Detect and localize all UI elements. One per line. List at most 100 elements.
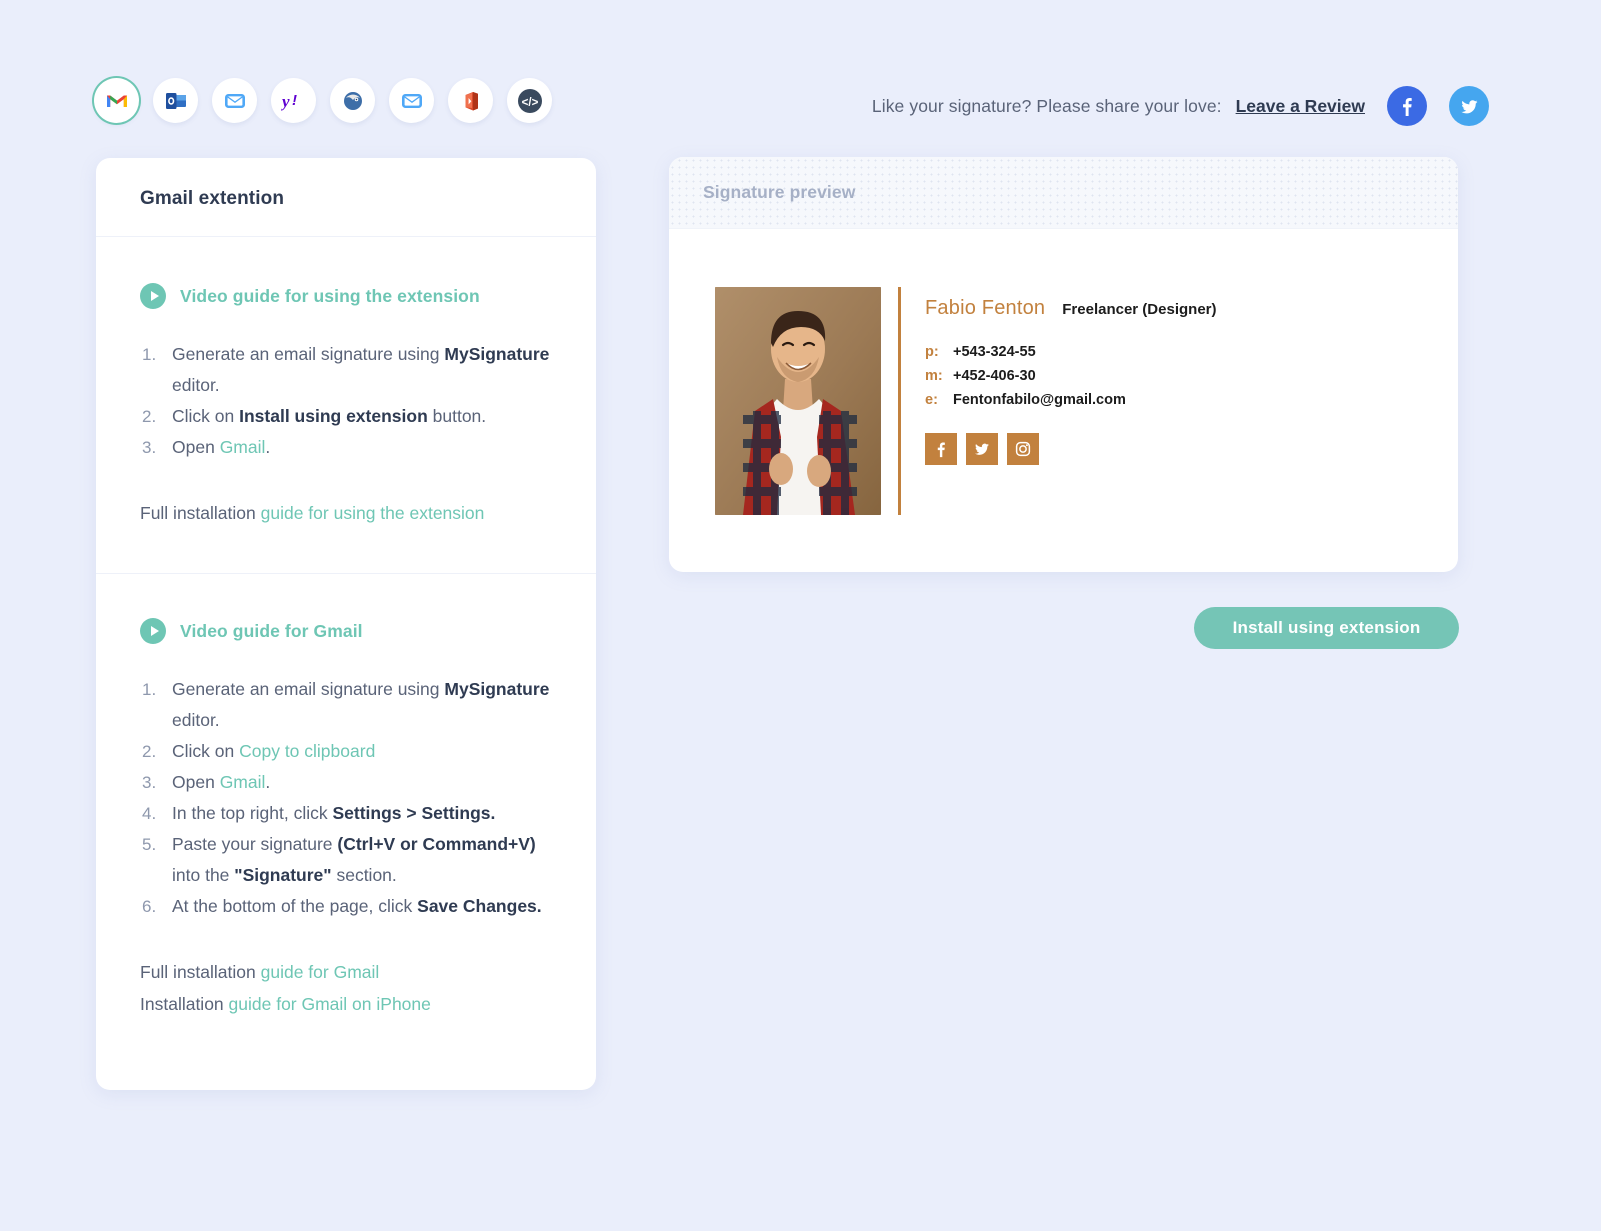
signature-contact-label: p: — [925, 344, 939, 360]
signature-contact-value: +543-324-55 — [953, 344, 1036, 360]
instruction-step: Generate an email signature using MySign… — [142, 339, 552, 401]
step-text: At the bottom of the page, click — [172, 896, 418, 916]
step-text: Click on — [172, 406, 240, 426]
svg-text:</>: </> — [521, 97, 538, 109]
client-icon-html-code[interactable]: </> — [507, 78, 552, 123]
signature-name-row: Fabio Fenton Freelancer (Designer) — [925, 297, 1217, 320]
video-guide-link[interactable]: Video guide for using the extension — [140, 283, 552, 309]
twitter-icon — [975, 443, 989, 455]
share-block: Like your signature? Please share your l… — [872, 86, 1489, 126]
step-text: . — [265, 437, 271, 457]
video-guide-label: Video guide for using the extension — [180, 285, 480, 306]
footer-guide-link[interactable]: guide for Gmail on iPhone — [229, 994, 431, 1014]
step-text: section. — [331, 865, 397, 885]
facebook-icon — [1403, 98, 1412, 116]
step-emphasis: (Ctrl+V or Command+V) — [337, 834, 536, 854]
mail-icon — [401, 93, 422, 108]
video-guide-link[interactable]: Video guide for Gmail — [140, 618, 552, 644]
client-icon-thunderbird[interactable] — [330, 78, 375, 123]
footer-prefix: Full installation — [140, 503, 261, 523]
office-365-icon — [465, 91, 478, 110]
step-link[interactable]: Gmail — [220, 437, 266, 457]
signature-accent-bar — [898, 287, 901, 515]
step-text: Click on — [172, 741, 240, 761]
instruction-steps: Generate an email signature using MySign… — [142, 674, 552, 922]
signature-contact-row: m: +452-406-30 — [925, 366, 1217, 387]
step-text: . — [265, 772, 271, 792]
signature-twitter-icon[interactable] — [966, 433, 998, 465]
instruction-step: Paste your signature (Ctrl+V or Command+… — [142, 829, 552, 891]
gmail-icon — [106, 95, 127, 107]
step-text: Open — [172, 772, 220, 792]
play-icon — [140, 283, 166, 309]
signature-facebook-icon[interactable] — [925, 433, 957, 465]
thunderbird-icon — [343, 91, 362, 110]
portrait-photo — [715, 287, 881, 515]
instructions-card-header: Gmail extention — [96, 158, 596, 237]
signature-role: Freelancer (Designer) — [1062, 301, 1217, 318]
signature-details: Fabio Fenton Freelancer (Designer) p: +54… — [925, 287, 1217, 465]
step-emphasis: Settings > Settings. — [332, 803, 496, 823]
guide-footer-line: Installation guide for Gmail on iPhone — [140, 988, 552, 1020]
twitter-icon — [1460, 99, 1478, 113]
step-text: Open — [172, 437, 220, 457]
apple-mail-icon — [224, 93, 245, 108]
signature-instagram-icon[interactable] — [1007, 433, 1039, 465]
instruction-step: Open Gmail. — [142, 432, 552, 463]
signature-social-links — [925, 433, 1217, 465]
share-twitter-button[interactable] — [1449, 86, 1489, 126]
footer-guide-link[interactable]: guide for Gmail — [261, 962, 380, 982]
guide-footer-links: Full installation guide for Gmail Install… — [140, 956, 552, 1020]
svg-text:y: y — [281, 92, 290, 111]
install-using-extension-button[interactable]: Install using extension — [1194, 607, 1459, 649]
signature-contact-label: e: — [925, 392, 938, 408]
yahoo-mail-icon: y ! — [281, 92, 297, 111]
step-text: editor. — [172, 375, 220, 395]
step-emphasis: "Signature" — [234, 865, 332, 885]
guide-section: Video guide for using the extension Gener… — [96, 237, 596, 573]
instruction-step: Click on Install using extension button. — [142, 401, 552, 432]
play-icon — [140, 618, 166, 644]
step-link[interactable]: Gmail — [220, 772, 266, 792]
signature-contact-value: +452-406-30 — [953, 368, 1036, 384]
signature-contacts: p: +543-324-55 m: +452-406-30 e: Fentonfabilo… — [925, 342, 1217, 411]
signature-preview-title: Signature preview — [703, 182, 856, 202]
footer-guide-link[interactable]: guide for using the extension — [261, 503, 485, 523]
client-icon-office365[interactable] — [448, 78, 493, 123]
step-text: Generate an email signature using — [172, 679, 445, 699]
signature-contact-label: m: — [925, 368, 943, 384]
instructions-sections: Video guide for using the extension Gener… — [96, 237, 596, 1076]
footer-prefix: Installation — [140, 994, 229, 1014]
step-link[interactable]: Copy to clipboard — [239, 741, 375, 761]
leave-a-review-link[interactable]: Leave a Review — [1236, 96, 1365, 117]
client-icon-gmail[interactable] — [94, 78, 139, 123]
signature-name: Fabio Fenton — [925, 297, 1046, 319]
client-icon-mail-app[interactable] — [389, 78, 434, 123]
signature-contact-row: e: Fentonfabilo@gmail.com — [925, 390, 1217, 411]
instruction-step: At the bottom of the page, click Save Ch… — [142, 891, 552, 922]
page-title: Gmail extention — [140, 188, 285, 209]
svg-text:!: ! — [292, 92, 297, 109]
step-emphasis: MySignature — [444, 344, 550, 364]
share-facebook-button[interactable] — [1387, 86, 1427, 126]
share-prompt-text: Like your signature? Please share your l… — [871, 95, 1222, 116]
instruction-step: Generate an email signature using MySign… — [142, 674, 552, 736]
footer-prefix: Full installation — [140, 962, 261, 982]
signature-preview-card: Signature preview Fabio Fenton Freelance… — [669, 157, 1458, 572]
signature-block: Fabio Fenton Freelancer (Designer) p: +54… — [669, 229, 1458, 515]
signature-avatar — [715, 287, 881, 515]
step-text: Generate an email signature using — [172, 344, 445, 364]
instruction-step: Click on Copy to clipboard — [142, 736, 552, 767]
client-icon-yahoo[interactable]: y ! — [271, 78, 316, 123]
guide-section: Video guide for Gmail Generate an email s… — [96, 573, 596, 1076]
guide-footer-links: Full installation guide for using the ex… — [140, 497, 552, 529]
step-emphasis: Save Changes. — [417, 896, 542, 916]
outlook-icon — [165, 92, 186, 109]
instruction-step: Open Gmail. — [142, 767, 552, 798]
client-icon-outlook[interactable] — [153, 78, 198, 123]
app-root: y ! </> Like your signature? Please shar… — [0, 0, 1601, 1231]
instruction-step: In the top right, click Settings > Setti… — [142, 798, 552, 829]
step-text: button. — [427, 406, 487, 426]
client-icon-apple-mail[interactable] — [212, 78, 257, 123]
instructions-card: Gmail extention Video guide for using th… — [96, 158, 596, 1090]
